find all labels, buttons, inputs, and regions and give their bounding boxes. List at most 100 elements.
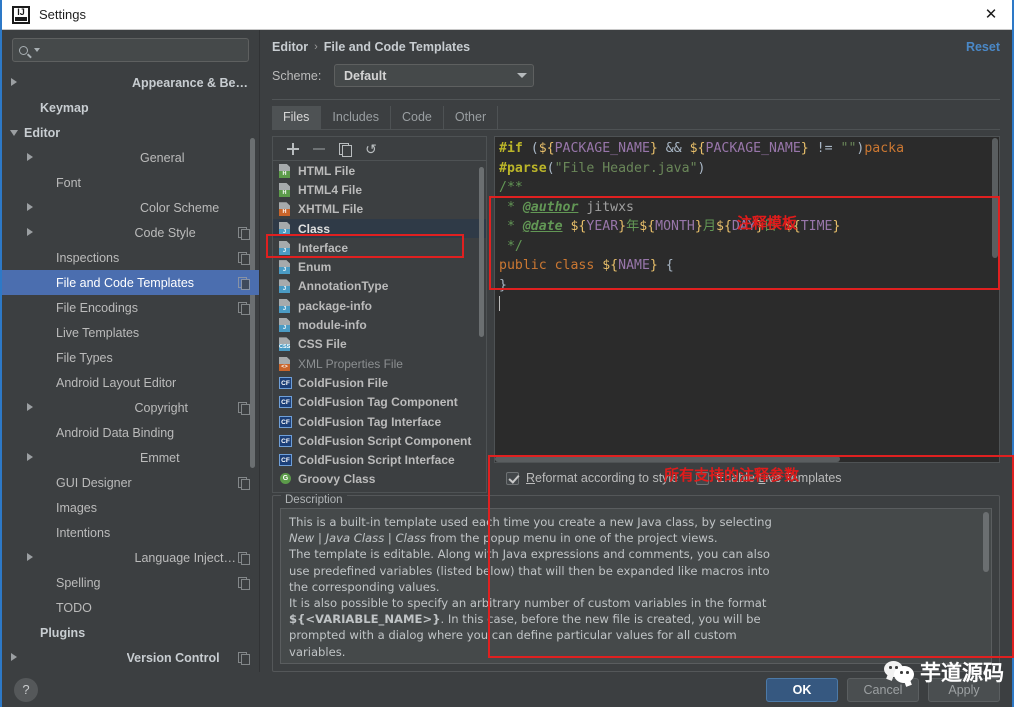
copy-settings-icon[interactable] — [238, 402, 250, 415]
template-list-item[interactable]: J AnnotationType — [273, 277, 486, 296]
template-list-item[interactable]: CF ColdFusion Tag Interface — [273, 412, 486, 431]
copy-settings-icon[interactable] — [238, 252, 250, 265]
search-box[interactable] — [12, 38, 249, 62]
sidebar-item-file-and-code-templates[interactable]: File and Code Templates — [2, 270, 259, 295]
copy-template-button[interactable] — [334, 139, 356, 159]
template-list-item[interactable]: CF ColdFusion Script Interface — [273, 450, 486, 469]
template-list-item[interactable]: J Interface — [273, 238, 486, 257]
sidebar-item-appearance-behavior[interactable]: Appearance & Behavior — [2, 70, 259, 95]
template-list-item[interactable]: Jpackage-info — [273, 296, 486, 315]
template-list-item[interactable]: CSS CSS File — [273, 335, 486, 354]
sidebar-item-android-data-binding[interactable]: Android Data Binding — [2, 420, 259, 445]
add-template-button[interactable] — [282, 139, 304, 159]
sidebar-item-code-style[interactable]: Code Style — [2, 220, 259, 245]
sidebar-item-inspections[interactable]: Inspections — [2, 245, 259, 270]
sidebar-item-intentions[interactable]: Intentions — [2, 520, 259, 545]
sidebar-item-label: General — [140, 150, 185, 165]
tab-includes[interactable]: Includes — [321, 106, 391, 129]
chevron-down-icon[interactable] — [10, 128, 19, 137]
sidebar-item-plugins[interactable]: Plugins — [2, 620, 259, 645]
apply-button[interactable]: Apply — [928, 677, 1000, 702]
sidebar-item-language-injections[interactable]: Language Injections — [2, 545, 259, 570]
help-button[interactable]: ? — [14, 677, 38, 702]
template-list-item[interactable]: J Enum — [273, 257, 486, 276]
reformat-checkbox-box[interactable] — [506, 471, 519, 485]
chevron-right-icon[interactable] — [26, 153, 135, 162]
scheme-select[interactable]: Default — [334, 64, 534, 87]
sidebar-item-emmet[interactable]: Emmet — [2, 445, 259, 470]
template-list[interactable]: H HTML File H HTML4 File H XHTML File J Class J I… — [272, 160, 487, 493]
reformat-checkbox[interactable]: Reformat according to style — [506, 471, 696, 485]
copy-settings-icon[interactable] — [238, 477, 250, 490]
settings-tree[interactable]: Appearance & Behavior Keymap Editor General… — [2, 68, 259, 672]
xhtml-file-icon: H — [279, 202, 292, 217]
reset-link[interactable]: Reset — [966, 40, 1000, 54]
code-vertical-scrollbar[interactable] — [991, 137, 999, 455]
template-list-item[interactable]: H HTML4 File — [273, 180, 486, 199]
chevron-right-icon[interactable] — [26, 553, 130, 562]
tab-code[interactable]: Code — [391, 106, 444, 129]
template-list-item[interactable]: H HTML File — [273, 161, 486, 180]
live-templates-checkbox-box[interactable] — [696, 471, 709, 485]
copy-settings-icon[interactable] — [238, 277, 250, 290]
copy-settings-icon[interactable] — [238, 577, 250, 590]
template-list-item[interactable]: <> XML Properties File — [273, 354, 486, 373]
settings-content: Editor › File and Code Templates Reset S… — [260, 30, 1012, 672]
sidebar-item-todo[interactable]: TODO — [2, 595, 259, 620]
sidebar-item-images[interactable]: Images — [2, 495, 259, 520]
chevron-right-icon[interactable] — [10, 653, 122, 662]
sidebar-item-general[interactable]: General — [2, 145, 259, 170]
template-list-item[interactable]: Jmodule-info — [273, 315, 486, 334]
search-input[interactable] — [40, 43, 242, 57]
sidebar-item-keymap[interactable]: Keymap — [2, 95, 259, 120]
sidebar-item-editor[interactable]: Editor — [2, 120, 259, 145]
template-list-toolbar[interactable]: ↺ — [272, 136, 487, 160]
copy-settings-icon[interactable] — [238, 652, 250, 665]
template-list-scroll-thumb[interactable] — [479, 167, 484, 337]
template-tabs[interactable]: Files Includes Code Other — [260, 100, 1012, 129]
sidebar-item-font[interactable]: Font — [2, 170, 259, 195]
sidebar-item-gui-designer[interactable]: GUI Designer — [2, 470, 259, 495]
template-list-item[interactable]: H XHTML File — [273, 200, 486, 219]
sidebar-item-android-layout-editor[interactable]: Android Layout Editor — [2, 370, 259, 395]
sidebar-item-file-encodings[interactable]: File Encodings — [2, 295, 259, 320]
sidebar-item-version-control[interactable]: Version Control — [2, 645, 259, 670]
template-list-item[interactable]: CF ColdFusion File — [273, 373, 486, 392]
copy-settings-icon[interactable] — [238, 227, 250, 240]
sidebar-item-color-scheme[interactable]: Color Scheme — [2, 195, 259, 220]
sidebar-item-copyright[interactable]: Copyright — [2, 395, 259, 420]
chevron-right-icon[interactable] — [10, 78, 127, 87]
template-list-item[interactable]: CF ColdFusion Tag Component — [273, 393, 486, 412]
code-vertical-scroll-thumb[interactable] — [992, 138, 998, 258]
tab-files[interactable]: Files — [272, 106, 322, 129]
chevron-right-icon[interactable] — [26, 453, 135, 462]
template-code-editor[interactable]: #if (${PACKAGE_NAME} && ${PACKAGE_NAME} … — [494, 136, 1000, 463]
chevron-right-icon[interactable] — [26, 403, 130, 412]
close-icon[interactable]: ✕ — [978, 4, 1004, 26]
description-scroll-thumb[interactable] — [983, 512, 989, 572]
cancel-button[interactable]: Cancel — [847, 677, 919, 702]
template-list-item[interactable]: G Groovy Interface — [273, 489, 486, 493]
sidebar-item-spelling[interactable]: Spelling — [2, 570, 259, 595]
description-box[interactable]: This is a built-in template used each ti… — [280, 508, 992, 664]
chevron-right-icon[interactable] — [26, 203, 135, 212]
copy-settings-icon[interactable] — [238, 302, 250, 315]
template-list-item[interactable]: J Class — [273, 218, 486, 239]
copy-settings-icon[interactable] — [238, 552, 250, 565]
sidebar-item-live-templates[interactable]: Live Templates — [2, 320, 259, 345]
live-templates-checkbox[interactable]: Enable Live Templates — [696, 471, 842, 485]
desc-line-6-bold: ${<VARIABLE_NAME>} — [289, 612, 441, 627]
template-list-item[interactable]: CF ColdFusion Script Component — [273, 431, 486, 450]
reset-template-button[interactable]: ↺ — [360, 139, 382, 159]
code-horizontal-scrollbar[interactable] — [495, 455, 999, 462]
template-list-scrollbar[interactable] — [479, 165, 485, 488]
ok-button[interactable]: OK — [766, 677, 838, 702]
sidebar-item-label: Live Templates — [56, 325, 140, 340]
code-content: #if (${PACKAGE_NAME} && ${PACKAGE_NAME} … — [495, 137, 999, 315]
breadcrumb-parent[interactable]: Editor — [272, 40, 308, 54]
tab-other[interactable]: Other — [444, 106, 499, 129]
code-horizontal-scroll-thumb[interactable] — [495, 456, 840, 462]
template-list-item[interactable]: G Groovy Class — [273, 470, 486, 489]
sidebar-item-file-types[interactable]: File Types — [2, 345, 259, 370]
chevron-right-icon[interactable] — [26, 228, 130, 237]
